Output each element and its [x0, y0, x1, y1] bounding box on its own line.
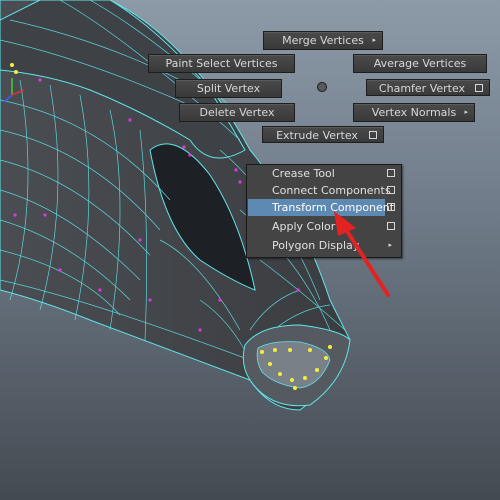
viewport[interactable]: Merge Vertices ▸ Paint Select Vertices A…	[0, 0, 500, 500]
annotation-arrow-icon	[334, 211, 390, 297]
